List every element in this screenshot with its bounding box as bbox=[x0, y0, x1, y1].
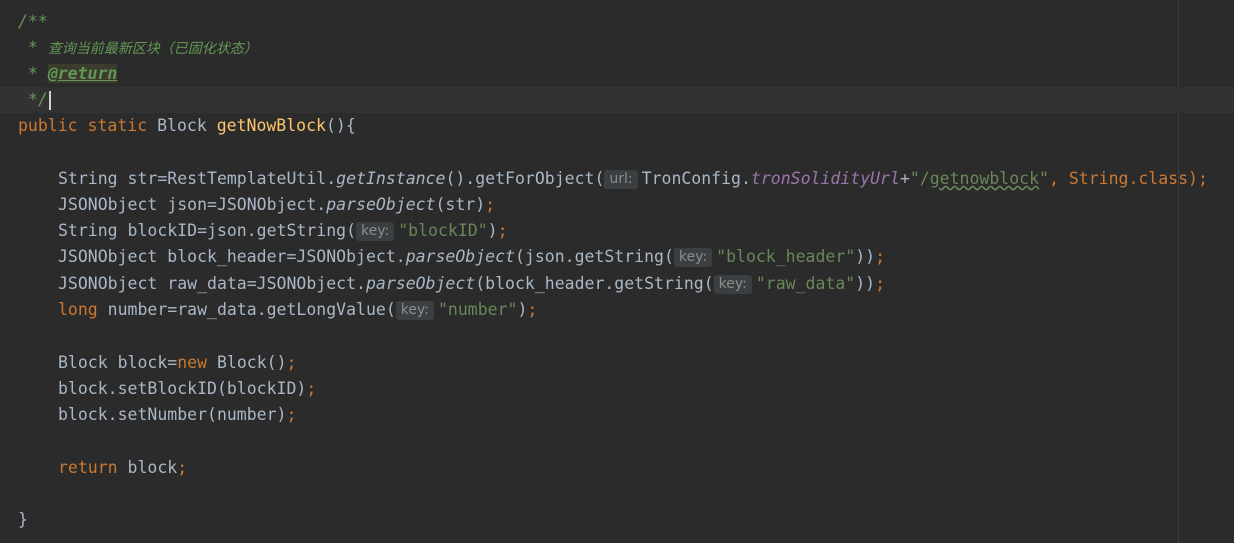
code-text: + bbox=[899, 169, 910, 188]
code-line-3[interactable]: * @return bbox=[0, 61, 1234, 87]
code-text: block.setBlockID(blockID) bbox=[58, 379, 307, 398]
code-text: JSONObject json=JSONObject. bbox=[58, 195, 327, 214]
code-text: , String. bbox=[1048, 169, 1139, 188]
code-line-20[interactable]: } bbox=[0, 507, 1234, 533]
semicolon: ; bbox=[286, 353, 297, 372]
code-line-12[interactable]: long number=raw_data.getLongValue(key: "n… bbox=[0, 297, 1234, 323]
keyword-return: return bbox=[58, 458, 118, 477]
string-literal: "raw_data" bbox=[755, 274, 856, 293]
code-editor[interactable]: /** * 查询当前最新区块（已固化状态） * @return */ publi… bbox=[0, 0, 1234, 543]
code-line-5[interactable]: public static Block getNowBlock(){ bbox=[0, 113, 1234, 139]
semicolon: ; bbox=[875, 247, 886, 266]
semicolon: ; bbox=[286, 405, 297, 424]
doc-comment-prefix: * bbox=[18, 38, 48, 57]
code-line-10[interactable]: JSONObject block_header=JSONObject.parse… bbox=[0, 244, 1234, 270]
code-text: number=raw_data.getLongValue( bbox=[97, 300, 396, 319]
code-text: (json.getString( bbox=[514, 247, 674, 266]
code-text: )) bbox=[855, 274, 876, 293]
return-type: Block bbox=[157, 116, 207, 135]
param-hint-url: url: bbox=[604, 170, 638, 189]
string-literal: "/ bbox=[909, 169, 930, 188]
code-text: ().getForObject( bbox=[445, 169, 605, 188]
code-line-8[interactable]: JSONObject json=JSONObject.parseObject(s… bbox=[0, 192, 1234, 218]
static-method: parseObject bbox=[326, 195, 436, 214]
code-text: ) bbox=[487, 221, 498, 240]
code-line-16[interactable]: block.setNumber(number); bbox=[0, 402, 1234, 428]
code-text: Block block= bbox=[58, 353, 178, 372]
code-line-1[interactable]: /** bbox=[0, 9, 1234, 35]
code-line-4-current[interactable]: */ bbox=[0, 87, 1234, 113]
code-text: JSONObject raw_data=JSONObject. bbox=[58, 274, 366, 293]
doc-comment-description: 查询当前最新区块（已固化状态） bbox=[47, 41, 258, 57]
doc-comment-open: /** bbox=[18, 12, 48, 31]
semicolon: ; bbox=[875, 274, 886, 293]
semicolon: ; bbox=[527, 300, 538, 319]
string-literal: "number" bbox=[437, 300, 518, 319]
code-text: JSONObject block_header=JSONObject. bbox=[58, 247, 406, 266]
static-method: parseObject bbox=[405, 247, 515, 266]
keyword-new: new bbox=[177, 353, 208, 372]
code-text: block bbox=[117, 458, 178, 477]
static-method: parseObject bbox=[365, 274, 476, 293]
param-hint-key: key: bbox=[713, 275, 752, 294]
code-line-14[interactable]: Block block=new Block(); bbox=[0, 350, 1234, 376]
doc-comment-prefix: * bbox=[18, 64, 48, 83]
semicolon: ; bbox=[306, 379, 317, 398]
static-method: getInstance bbox=[336, 169, 446, 188]
code-text: )) bbox=[855, 247, 876, 266]
code-text: ) bbox=[517, 300, 528, 319]
code-text: block.setNumber(number) bbox=[58, 405, 287, 424]
code-text: String str=RestTemplateUtil. bbox=[58, 169, 337, 188]
code-line-18[interactable]: return block; bbox=[0, 455, 1234, 481]
string-literal: " bbox=[1039, 169, 1049, 188]
method-sig-tail: (){ bbox=[325, 116, 356, 135]
code-text: ); bbox=[1188, 169, 1208, 188]
keyword-long: long bbox=[58, 300, 98, 319]
param-hint-key: key: bbox=[395, 301, 434, 320]
string-literal: "block_header" bbox=[716, 247, 856, 266]
code-text: (block_header.getString( bbox=[475, 274, 714, 293]
code-line-7[interactable]: String str=RestTemplateUtil.getInstance(… bbox=[0, 166, 1234, 192]
static-field: tronSolidityUrl bbox=[750, 169, 900, 188]
code-line-9[interactable]: String blockID=json.getString(key: "block… bbox=[0, 218, 1234, 244]
keyword-class: class bbox=[1138, 169, 1189, 188]
code-text: Block() bbox=[207, 353, 287, 372]
closing-brace: } bbox=[18, 510, 28, 529]
semicolon: ; bbox=[177, 458, 188, 477]
code-line-2[interactable]: * 查询当前最新区块（已固化状态） bbox=[0, 35, 1234, 61]
string-literal: "blockID" bbox=[398, 221, 488, 240]
text-caret bbox=[48, 91, 51, 110]
semicolon: ; bbox=[485, 195, 496, 214]
code-line-15[interactable]: block.setBlockID(blockID); bbox=[0, 376, 1234, 402]
semicolon: ; bbox=[497, 221, 508, 240]
code-line-11[interactable]: JSONObject raw_data=JSONObject.parseObje… bbox=[0, 271, 1234, 297]
string-literal-typo: getnowblock bbox=[929, 169, 1040, 188]
code-text: String blockID=json.getString( bbox=[58, 221, 357, 240]
doc-comment-close: */ bbox=[18, 90, 48, 109]
param-hint-key: key: bbox=[673, 248, 713, 267]
keyword-static: static bbox=[87, 116, 148, 135]
method-name: getNowBlock bbox=[216, 116, 326, 135]
doc-return-tag: @return bbox=[47, 64, 118, 83]
param-hint-key: key: bbox=[356, 222, 395, 241]
code-text: TronConfig. bbox=[641, 169, 751, 188]
code-text: (str) bbox=[435, 195, 486, 214]
keyword-public: public bbox=[18, 116, 78, 135]
